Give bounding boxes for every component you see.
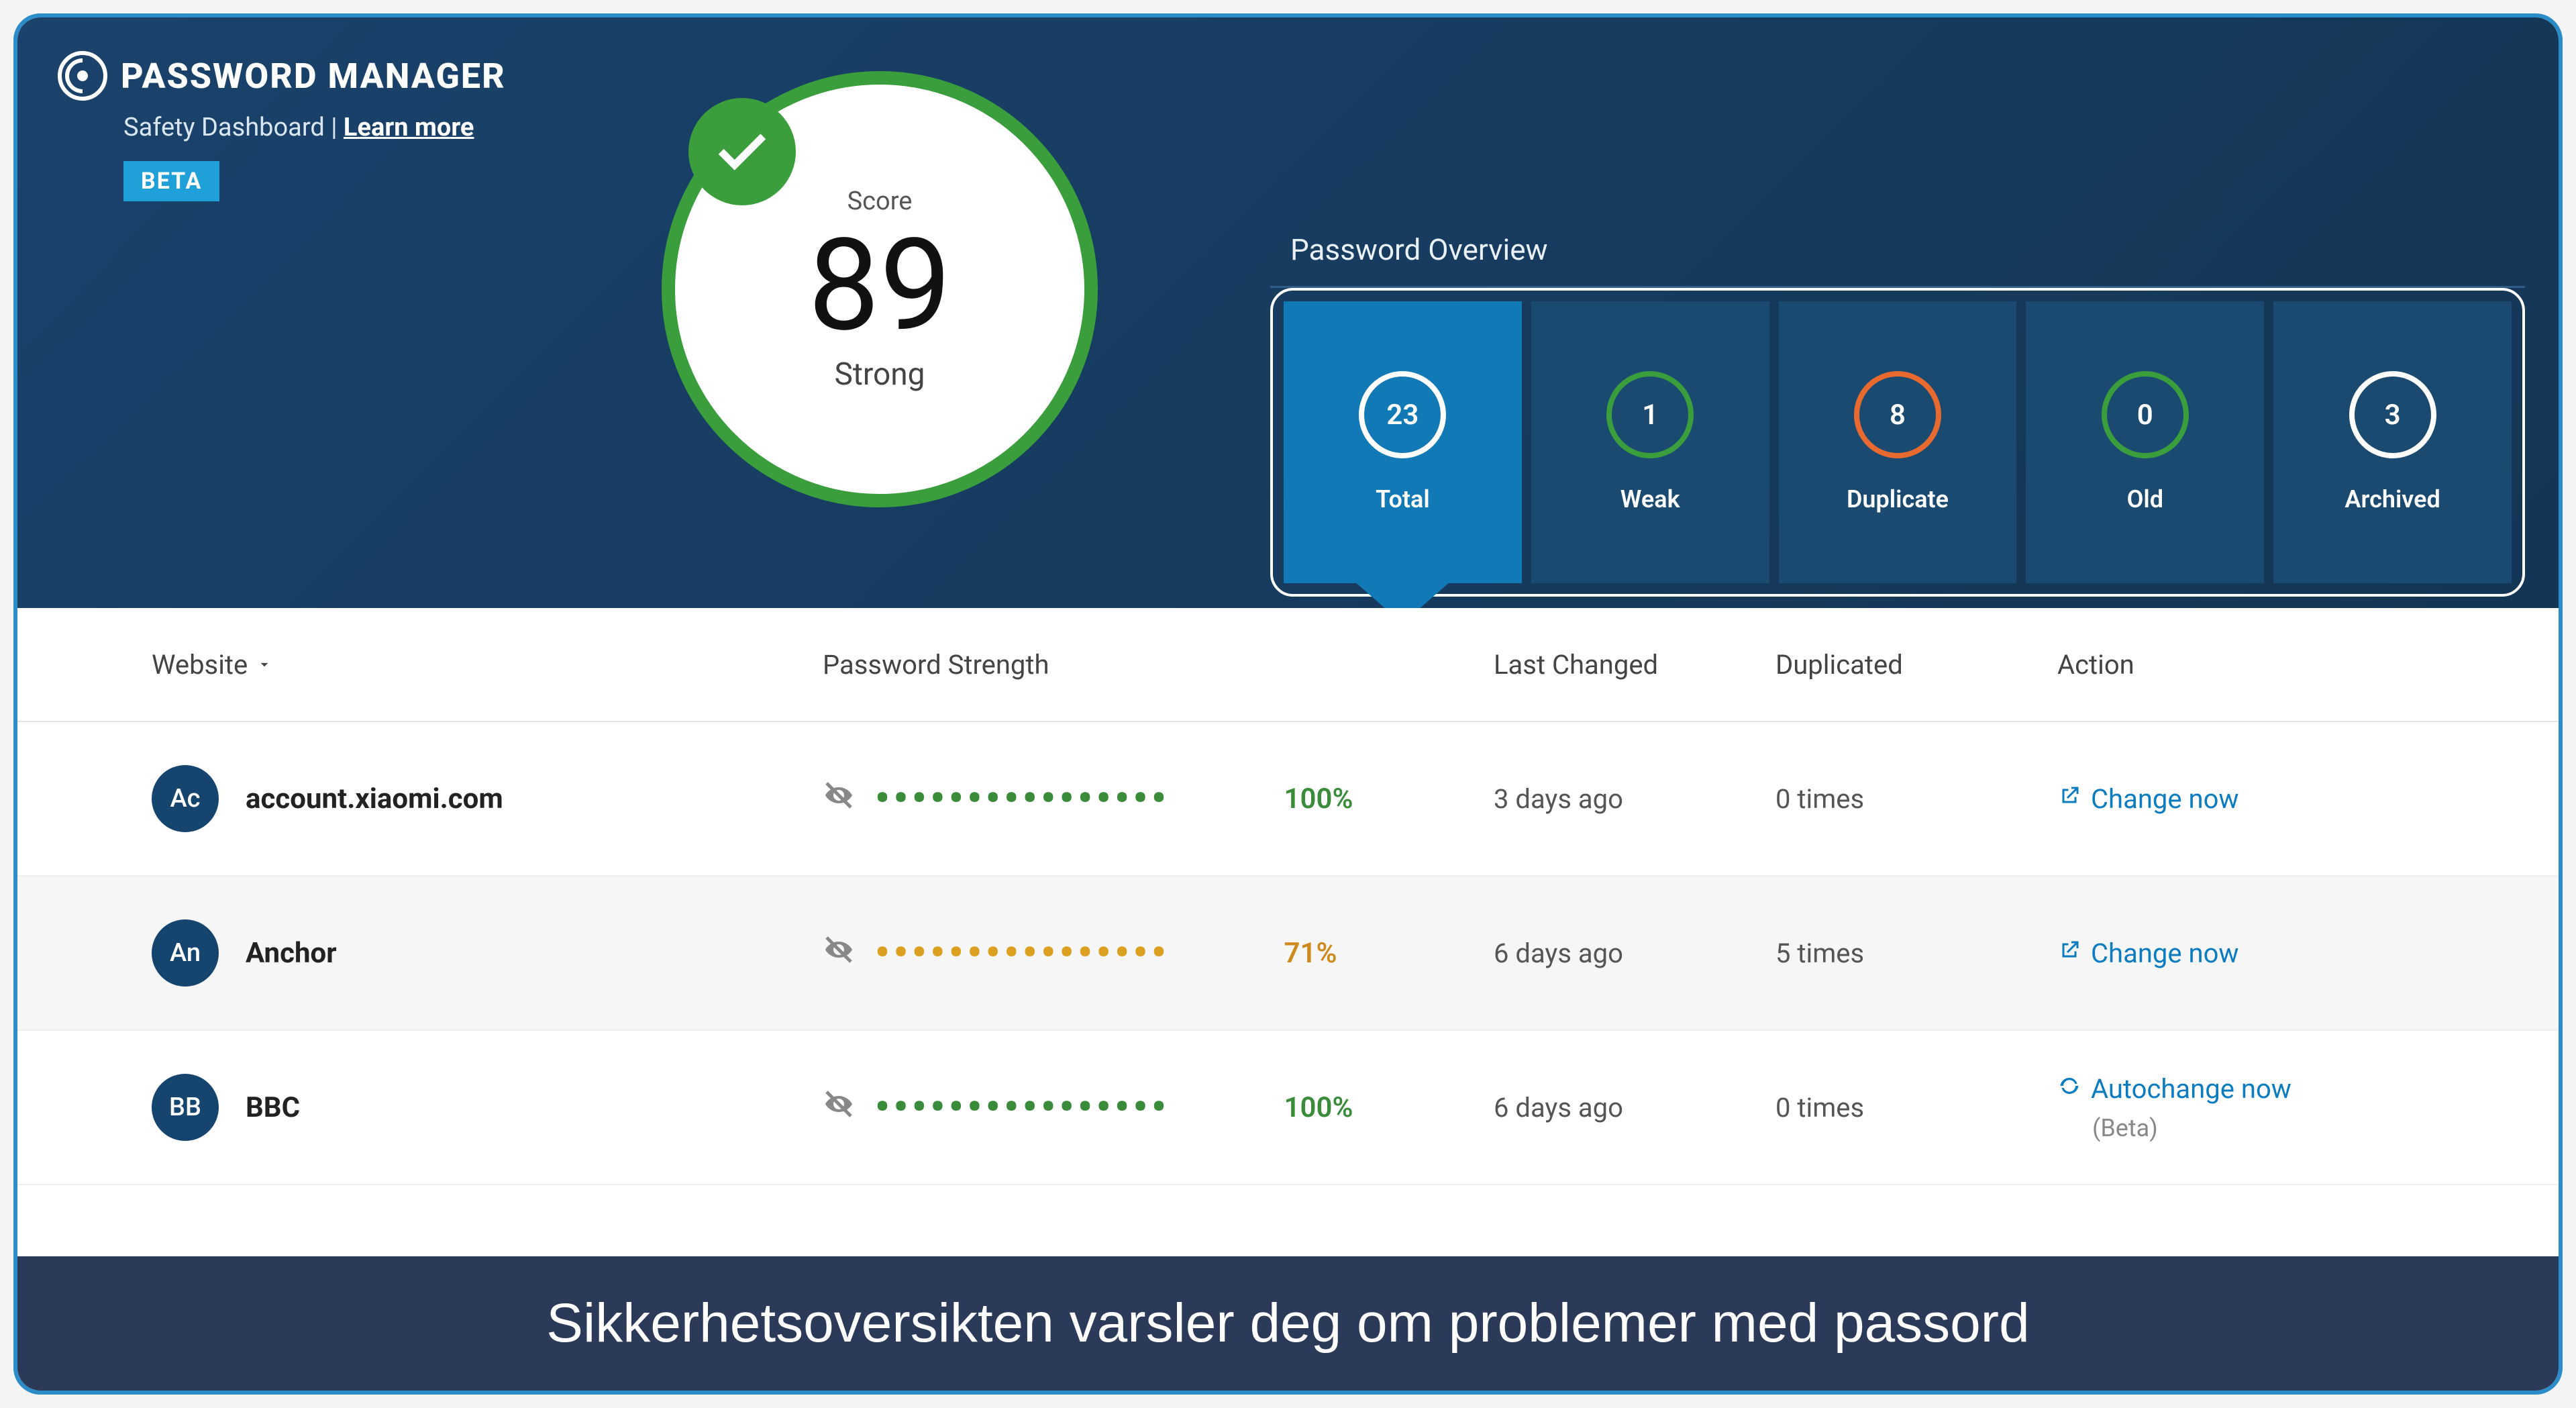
site-cell: Ac account.xiaomi.com (152, 765, 823, 832)
site-name: BBC (246, 1091, 300, 1124)
last-changed: 6 days ago (1494, 938, 1775, 969)
overview-card-duplicate[interactable]: 8 Duplicate (1779, 301, 2017, 583)
eye-off-icon[interactable] (823, 1088, 855, 1127)
strength-cell: •••••••••••••••• 100% (823, 1085, 1494, 1130)
site-avatar: Ac (152, 765, 219, 832)
score-widget: Score 89 Strong (662, 71, 1098, 507)
duplicated-count: 0 times (1775, 783, 2057, 815)
chevron-down-icon (256, 656, 273, 673)
overview-count: 1 (1606, 371, 1694, 458)
action-link[interactable]: Change now (2057, 938, 2487, 969)
site-cell: BB BBC (152, 1074, 823, 1141)
site-name: Anchor (246, 937, 337, 970)
last-changed: 3 days ago (1494, 783, 1775, 815)
strength-cell: •••••••••••••••• 71% (823, 930, 1494, 976)
site-cell: An Anchor (152, 919, 823, 987)
action-label: Change now (2091, 938, 2238, 969)
overview-count: 8 (1854, 371, 1941, 458)
overview-title: Password Overview (1290, 232, 2525, 267)
action-sublabel: (Beta) (2092, 1114, 2487, 1142)
external-link-icon (2057, 783, 2081, 815)
site-avatar: BB (152, 1074, 219, 1141)
dashboard-header: PASSWORD MANAGER Safety Dashboard | Lear… (17, 17, 2559, 608)
strength-percent: 100% (1284, 783, 1353, 815)
overview-card-label: Old (2127, 485, 2163, 513)
overview-count: 3 (2349, 371, 2436, 458)
strength-percent: 100% (1284, 1091, 1353, 1124)
brand-subtitle: Safety Dashboard | Learn more (123, 113, 2518, 142)
password-dots: •••••••••••••••• (875, 1085, 1170, 1130)
overview-card-label: Total (1376, 485, 1430, 513)
overview-card-label: Archived (2345, 485, 2440, 513)
overview-card-old[interactable]: 0 Old (2026, 301, 2264, 583)
password-dots: •••••••••••••••• (875, 930, 1170, 976)
action-label: Autochange now (2091, 1073, 2291, 1105)
duplicated-count: 0 times (1775, 1092, 2057, 1123)
strength-percent: 71% (1284, 937, 1337, 970)
col-strength[interactable]: Password Strength (823, 649, 1494, 681)
duplicated-count: 5 times (1775, 938, 2057, 969)
site-name: account.xiaomi.com (246, 783, 503, 815)
col-action[interactable]: Action (2057, 649, 2487, 681)
site-avatar: An (152, 919, 219, 987)
password-overview: Password Overview 23 Total 1 Weak 8 Duplicate… (1270, 232, 2525, 597)
external-link-icon (2057, 938, 2081, 969)
table-header-row: Website Password Strength Last Changed D… (17, 608, 2559, 722)
table-body: Ac account.xiaomi.com •••••••••••••••• 100%… (17, 722, 2559, 1185)
brand-title: PASSWORD MANAGER (121, 56, 506, 97)
action-link[interactable]: Autochange now (Beta) (2057, 1073, 2487, 1142)
app-frame: PASSWORD MANAGER Safety Dashboard | Lear… (13, 13, 2563, 1395)
overview-cards: 23 Total 1 Weak 8 Duplicate 0 Old 3 Archived (1270, 288, 2525, 597)
col-website[interactable]: Website (152, 649, 823, 681)
checkmark-icon (688, 98, 796, 205)
overview-card-total[interactable]: 23 Total (1284, 301, 1522, 583)
subtitle-text: Safety Dashboard | (123, 113, 344, 142)
score-value: 89 (808, 216, 951, 356)
overview-card-label: Weak (1620, 485, 1680, 513)
last-changed: 6 days ago (1494, 1092, 1775, 1123)
overview-card-label: Duplicate (1847, 485, 1949, 513)
overview-card-weak[interactable]: 1 Weak (1531, 301, 1769, 583)
action-label: Change now (2091, 783, 2238, 815)
table-row[interactable]: Ac account.xiaomi.com •••••••••••••••• 100%… (17, 722, 2559, 876)
action-link[interactable]: Change now (2057, 783, 2487, 815)
password-table: Website Password Strength Last Changed D… (17, 608, 2559, 1256)
table-row[interactable]: BB BBC •••••••••••••••• 100% 6 days ago0 tim… (17, 1031, 2559, 1185)
col-duplicated[interactable]: Duplicated (1775, 649, 2057, 681)
col-last-changed[interactable]: Last Changed (1494, 649, 1775, 681)
beta-badge: BETA (123, 161, 219, 201)
strength-cell: •••••••••••••••• 100% (823, 776, 1494, 821)
brand-row: PASSWORD MANAGER (58, 51, 2518, 101)
refresh-icon (2057, 1073, 2081, 1105)
caption-bar: Sikkerhetsoversikten varsler deg om prob… (17, 1256, 2559, 1391)
table-row[interactable]: An Anchor •••••••••••••••• 71% 6 days ago5 t… (17, 876, 2559, 1031)
learn-more-link[interactable]: Learn more (344, 113, 474, 142)
eye-off-icon[interactable] (823, 779, 855, 819)
overview-card-archived[interactable]: 3 Archived (2273, 301, 2512, 583)
score-rating: Strong (835, 356, 925, 393)
password-dots: •••••••••••••••• (875, 776, 1170, 821)
overview-count: 0 (2102, 371, 2189, 458)
overview-count: 23 (1359, 371, 1446, 458)
col-website-label: Website (152, 649, 248, 681)
brand-logo-icon (58, 51, 107, 101)
eye-off-icon[interactable] (823, 934, 855, 973)
